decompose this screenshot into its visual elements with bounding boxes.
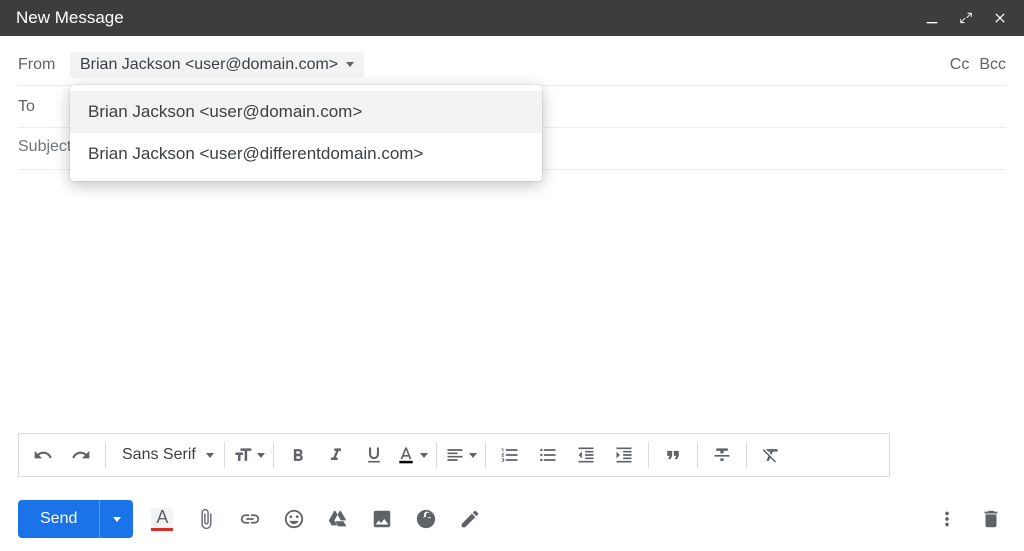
toolbar-separator <box>436 442 437 467</box>
underline-icon <box>364 445 384 465</box>
formatting-icon: A <box>151 508 173 531</box>
formatting-options-button[interactable]: A <box>147 504 177 534</box>
numbered-list-button[interactable] <box>492 434 528 476</box>
indent-less-icon <box>576 445 596 465</box>
text-color-icon <box>396 445 416 465</box>
insert-link-button[interactable] <box>235 504 265 534</box>
from-dropdown: Brian Jackson <user@domain.com> Brian Ja… <box>70 85 542 181</box>
discard-draft-button[interactable] <box>976 504 1006 534</box>
font-family-label: Sans Serif <box>116 446 202 464</box>
chevron-down-icon <box>346 62 354 67</box>
numbered-list-icon <box>500 445 520 465</box>
chevron-down-icon <box>206 453 214 458</box>
insert-drive-button[interactable] <box>323 504 353 534</box>
paperclip-icon <box>195 508 217 530</box>
image-icon <box>371 508 393 530</box>
quote-icon <box>663 445 683 465</box>
window-titlebar: New Message <box>0 0 1024 36</box>
strikethrough-button[interactable] <box>704 434 740 476</box>
insert-signature-button[interactable] <box>455 504 485 534</box>
more-vert-icon <box>936 508 958 530</box>
cc-button[interactable]: Cc <box>950 56 970 74</box>
chevron-down-icon <box>469 453 477 458</box>
popout-icon <box>958 10 974 26</box>
insert-photo-button[interactable] <box>367 504 397 534</box>
attach-file-button[interactable] <box>191 504 221 534</box>
more-options-button[interactable] <box>932 504 962 534</box>
italic-icon <box>326 445 346 465</box>
undo-button[interactable] <box>25 434 61 476</box>
bulleted-list-button[interactable] <box>530 434 566 476</box>
bcc-button[interactable]: Bcc <box>979 56 1006 74</box>
indent-less-button[interactable] <box>568 434 604 476</box>
close-icon <box>992 10 1008 26</box>
quote-button[interactable] <box>655 434 691 476</box>
send-more-button[interactable] <box>99 500 133 538</box>
from-row: From Brian Jackson <user@domain.com> Cc … <box>18 44 1006 86</box>
redo-button[interactable] <box>63 434 99 476</box>
from-value: Brian Jackson <user@domain.com> <box>80 56 338 74</box>
chevron-down-icon <box>257 453 265 458</box>
minimize-button[interactable] <box>924 10 940 26</box>
undo-icon <box>33 445 53 465</box>
bold-button[interactable] <box>280 434 316 476</box>
insert-emoji-button[interactable] <box>279 504 309 534</box>
bold-icon <box>288 445 308 465</box>
compose-bottombar: Send A <box>0 487 1024 551</box>
clear-formatting-button[interactable] <box>753 434 789 476</box>
toolbar-separator <box>485 442 486 467</box>
toolbar-separator <box>273 442 274 467</box>
toolbar-separator <box>105 442 106 467</box>
indent-more-icon <box>614 445 634 465</box>
toolbar-separator <box>697 442 698 467</box>
popout-button[interactable] <box>958 10 974 26</box>
send-button[interactable]: Send <box>18 500 99 538</box>
pen-icon <box>459 508 481 530</box>
font-family-selector[interactable]: Sans Serif <box>112 434 218 476</box>
toolbar-separator <box>648 442 649 467</box>
text-color-button[interactable] <box>394 434 430 476</box>
send-button-group: Send <box>18 500 133 538</box>
lock-clock-icon <box>415 508 437 530</box>
align-button[interactable] <box>443 434 479 476</box>
emoji-icon <box>283 508 305 530</box>
underline-button[interactable] <box>356 434 392 476</box>
from-selector[interactable]: Brian Jackson <user@domain.com> <box>70 52 364 78</box>
confidential-mode-button[interactable] <box>411 504 441 534</box>
from-option[interactable]: Brian Jackson <user@differentdomain.com> <box>70 133 542 175</box>
format-toolbar: Sans Serif <box>18 433 890 477</box>
redo-icon <box>71 445 91 465</box>
chevron-down-icon <box>420 453 428 458</box>
align-left-icon <box>445 445 465 465</box>
clear-formatting-icon <box>761 445 781 465</box>
indent-more-button[interactable] <box>606 434 642 476</box>
to-label: To <box>18 98 70 116</box>
toolbar-separator <box>224 442 225 467</box>
chevron-down-icon <box>113 517 121 522</box>
window-actions <box>924 10 1008 26</box>
from-option[interactable]: Brian Jackson <user@domain.com> <box>70 91 542 133</box>
link-icon <box>239 508 261 530</box>
strikethrough-icon <box>712 445 732 465</box>
font-size-button[interactable] <box>231 434 267 476</box>
toolbar-separator <box>746 442 747 467</box>
from-label: From <box>18 56 70 74</box>
window-title: New Message <box>16 8 124 28</box>
minimize-icon <box>924 10 940 26</box>
bulleted-list-icon <box>538 445 558 465</box>
close-button[interactable] <box>992 10 1008 26</box>
drive-icon <box>327 508 349 530</box>
trash-icon <box>980 508 1002 530</box>
font-size-icon <box>233 445 253 465</box>
italic-button[interactable] <box>318 434 354 476</box>
